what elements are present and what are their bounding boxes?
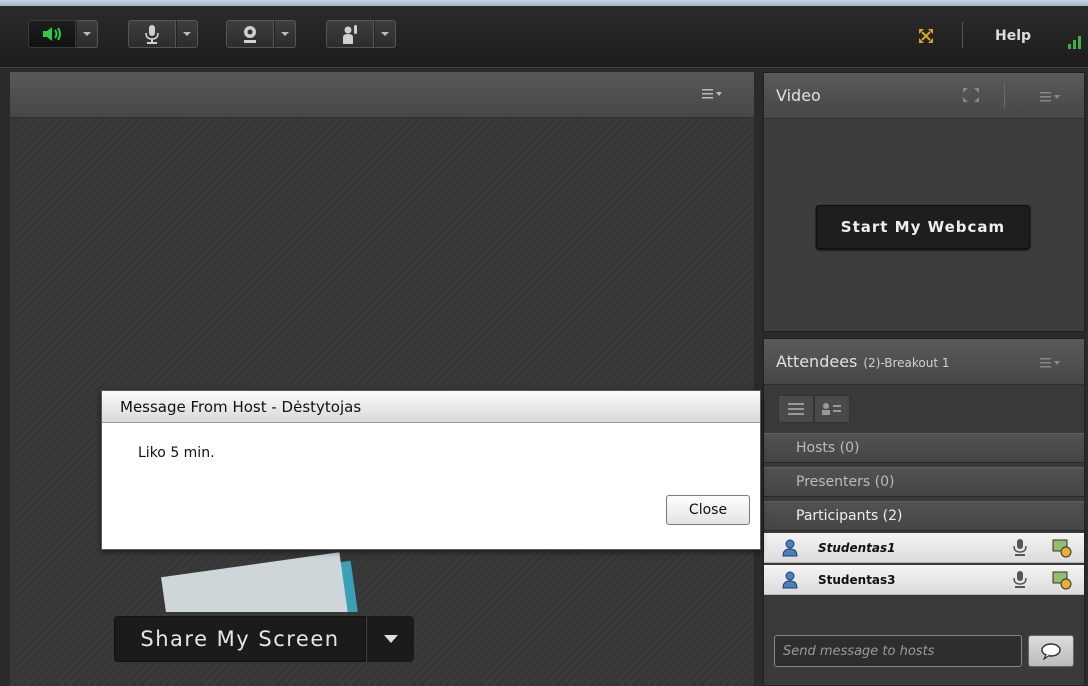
video-pod: Video Start My Webcam (763, 72, 1085, 332)
dialog-title: Message From Host - Dėstytojas (102, 391, 760, 423)
video-pod-header: Video (764, 73, 1084, 119)
expand-icon[interactable] (962, 87, 980, 103)
speaker-icon (43, 27, 61, 41)
speaker-control[interactable] (28, 20, 98, 48)
chevron-down-icon (383, 635, 398, 643)
user-icon (782, 571, 798, 589)
raise-hand-icon (343, 25, 357, 44)
list-view-icon (788, 403, 804, 415)
raise-hand-dropdown[interactable] (374, 20, 396, 48)
attendees-pod-header: Attendees (2)-Breakout 1 (764, 339, 1084, 385)
microphone-icon (145, 25, 159, 44)
share-pod-menu-icon[interactable] (702, 88, 724, 102)
attendee-row[interactable]: Studentas1 (764, 533, 1084, 563)
connection-signal-icon (1068, 34, 1088, 53)
start-webcam-button[interactable]: Start My Webcam (816, 205, 1030, 249)
screen-share-status-icon (1052, 571, 1072, 590)
user-icon (782, 539, 798, 557)
participants-section[interactable]: Participants (2) (764, 501, 1084, 531)
message-from-host-dialog: Message From Host - Dėstytojas Liko 5 mi… (101, 390, 761, 550)
screen-share-status-icon (1052, 539, 1072, 558)
share-my-screen-control[interactable]: Share My Screen (114, 616, 414, 662)
share-pod: PPT Share My Screen (10, 72, 754, 686)
webcam-control[interactable] (226, 20, 296, 48)
speaker-dropdown[interactable] (76, 20, 98, 48)
help-menu[interactable]: Help (995, 28, 1031, 44)
microphone-icon (1013, 539, 1027, 556)
microphone-dropdown[interactable] (176, 20, 198, 48)
attendee-name: Studentas3 (818, 573, 896, 587)
attendees-pod-title: Attendees (2)-Breakout 1 (776, 352, 950, 371)
attendee-name: Studentas1 (818, 541, 896, 555)
main-toolbar: Help (0, 6, 1088, 68)
webcam-button[interactable] (226, 20, 274, 48)
send-message-button[interactable] (1028, 635, 1074, 667)
microphone-button[interactable] (128, 20, 176, 48)
webcam-dropdown[interactable] (274, 20, 296, 48)
toolbar-divider (962, 22, 963, 48)
share-options-dropdown[interactable] (366, 616, 414, 662)
attendees-title-text: Attendees (776, 352, 858, 371)
role-view-button[interactable] (814, 395, 850, 423)
attendee-count: (2)-Breakout 1 (863, 356, 950, 370)
hosts-section[interactable]: Hosts (0) (764, 433, 1084, 463)
video-pod-menu-icon[interactable] (1040, 92, 1062, 102)
attendee-row[interactable]: Studentas3 (764, 565, 1084, 595)
webcam-icon (244, 26, 256, 43)
person-list-icon (822, 403, 841, 415)
attendee-view-toggle (778, 395, 850, 423)
raise-hand-button[interactable] (326, 20, 374, 48)
share-my-screen-button[interactable]: Share My Screen (114, 616, 366, 662)
attendees-pod-menu-icon[interactable] (1040, 358, 1062, 368)
microphone-icon (1013, 571, 1027, 588)
microphone-control[interactable] (128, 20, 198, 48)
close-button[interactable]: Close (666, 495, 750, 525)
attendees-pod: Attendees (2)-Breakout 1 Hosts (0) Presen… (763, 338, 1085, 686)
speech-bubble-icon (1041, 643, 1061, 660)
dialog-message: Liko 5 min. (138, 445, 215, 461)
share-pod-header (10, 72, 754, 118)
raise-hand-control[interactable] (326, 20, 396, 48)
video-pod-title: Video (776, 86, 821, 105)
speaker-button[interactable] (28, 20, 76, 48)
send-message-input[interactable]: Send message to hosts (774, 635, 1022, 667)
header-divider (1004, 83, 1005, 109)
fullscreen-icon (919, 29, 933, 43)
fullscreen-button[interactable] (918, 28, 934, 48)
presenters-section[interactable]: Presenters (0) (764, 467, 1084, 497)
list-view-button[interactable] (778, 395, 814, 423)
